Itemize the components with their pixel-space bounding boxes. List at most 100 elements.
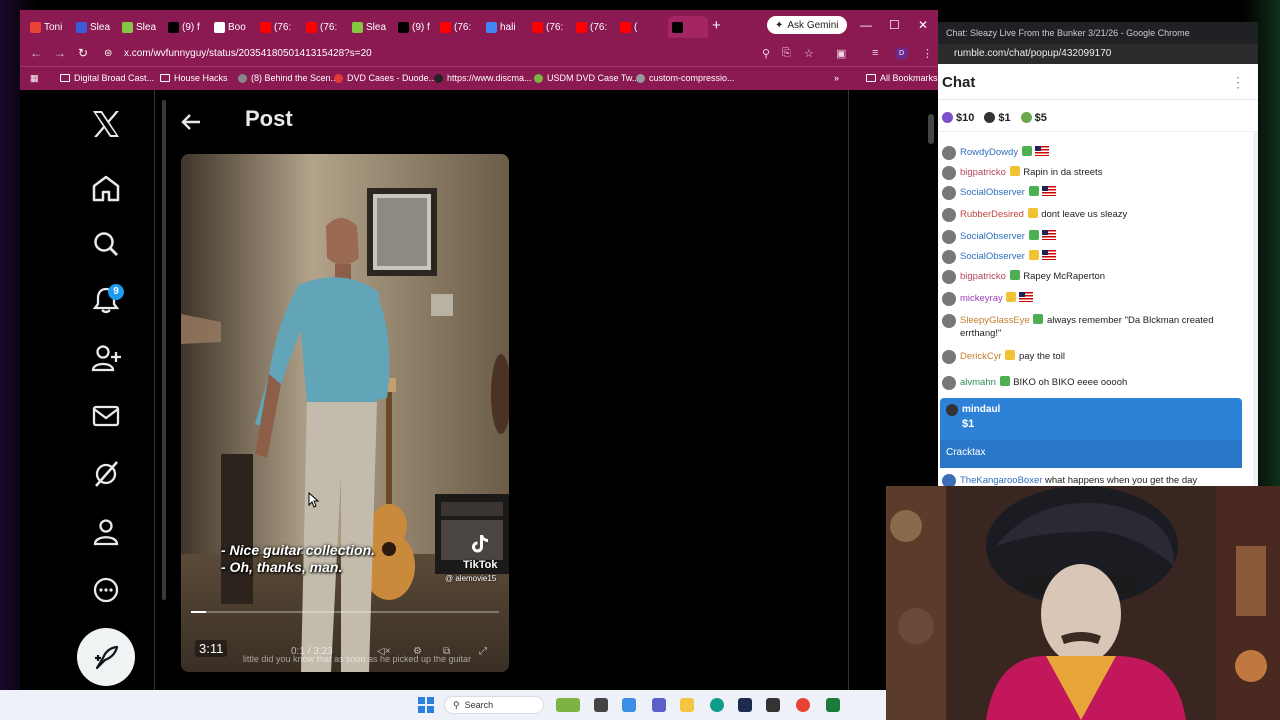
bookmark-item[interactable]: House Hacks [160,73,228,83]
edge-icon[interactable] [710,698,724,712]
new-tab-button[interactable]: + [712,17,721,34]
more-options-icon[interactable] [88,572,124,608]
browser-tab[interactable]: (9) f [168,16,208,38]
explore-search-icon[interactable] [88,226,124,262]
page-scrollbar[interactable] [928,114,934,144]
messages-envelope-icon[interactable] [88,398,124,434]
minimize-icon[interactable]: — [860,18,872,32]
x-sidebar: 9 [20,90,154,690]
browser-tab[interactable]: Slea [76,16,116,38]
bookmark-item[interactable]: Digital Broad Cast... [60,73,154,83]
apps-grid-icon[interactable]: ▦ [30,73,39,84]
home-icon[interactable] [88,170,124,206]
avatar [942,350,956,364]
bookmark-item[interactable]: USDM DVD Case Tw... [534,73,639,83]
video-player[interactable]: - Nice guitar collection. - Oh, thanks, … [181,154,509,672]
chat-username[interactable]: bigpatricko [960,271,1006,282]
x-logo-icon[interactable] [88,106,124,142]
user-badge-icon [1028,250,1039,260]
chat-username[interactable]: RowdyDowdy [960,147,1018,158]
grok-icon[interactable] [88,456,124,492]
browser-tab[interactable]: Boo [214,16,254,38]
bookmark-item[interactable]: (8) Behind the Scen... [238,73,338,83]
bookmark-item[interactable]: custom-compressio... [636,73,735,83]
chat-username[interactable]: alvmahn [960,377,996,388]
rumble-app-icon[interactable] [826,698,840,712]
avatar [942,230,956,244]
chat-username[interactable]: RubberDesired [960,209,1024,220]
rant-pill[interactable]: $1 [984,112,1011,124]
bookmark-item[interactable]: DVD Cases - Duode... [334,73,436,83]
browser-tab[interactable]: (76: [260,16,300,38]
chat-username[interactable]: DerickCyr [960,351,1002,362]
chat-username[interactable]: bigpatricko [960,167,1006,178]
faded-subtitle: little did you know that as soon as he p… [242,654,472,664]
tab-favicon-icon [122,21,133,33]
browser-tab[interactable]: (76: [306,16,346,38]
tab-favicon-icon [260,21,271,33]
browser-tab[interactable]: Toni [30,16,70,38]
teams-icon[interactable] [652,698,666,712]
user-badge-icon [1028,186,1039,196]
app-icon[interactable] [766,698,780,712]
browser-tab[interactable]: hali [486,16,526,38]
chat-username[interactable]: SocialObserver [960,251,1025,262]
url-field[interactable]: x.com/wvfunnyguy/status/2035418050141315… [124,48,372,59]
browser-tab[interactable]: Slea [122,16,162,38]
notification-count-badge: 9 [108,284,124,300]
all-bookmarks[interactable]: All Bookmarks [866,73,938,83]
browser-tab[interactable]: (76: [440,16,480,38]
browser-tab[interactable]: Slea [352,16,392,38]
browser-tab[interactable] [668,16,708,38]
windows-start-icon[interactable] [418,697,434,713]
back-icon[interactable]: ← [30,46,42,60]
maximize-icon[interactable]: ☐ [889,18,900,32]
chat-title: Chat [942,74,976,91]
back-arrow-icon[interactable] [180,112,204,132]
more-bookmarks-icon[interactable]: » [834,73,839,83]
chat-menu-icon[interactable]: ⋮ [1231,74,1245,91]
browser-tab[interactable]: (76: [576,16,616,38]
rant-pill[interactable]: $10 [942,112,974,124]
sidebar-scrollbar[interactable] [160,90,168,690]
chat-username[interactable]: mickeyray [960,293,1003,304]
rant-pill[interactable]: $5 [1020,112,1047,124]
widgets-icon[interactable] [556,698,580,712]
video-progress-bar[interactable] [191,611,499,613]
browser-tab[interactable]: (76: [532,16,572,38]
browser-tab[interactable]: ( [620,16,660,38]
profile-person-icon[interactable] [88,514,124,550]
tab-search-icon[interactable]: ≡ [872,47,878,59]
taskbar-search-box[interactable]: ⚲ Search [444,696,544,714]
chat-username[interactable]: TheKangarooBoxer [960,475,1042,486]
site-info-icon[interactable]: ⊜ [104,48,112,59]
profile-avatar[interactable]: D [895,47,908,60]
chrome-icon[interactable] [796,698,810,712]
tab-label: (76: [590,21,608,33]
reload-icon[interactable]: ↻ [78,46,88,60]
close-window-icon[interactable]: ✕ [918,18,928,32]
chat-username[interactable]: SocialObserver [960,231,1025,242]
browser-tab[interactable]: (9) f [398,16,438,38]
bookmark-star-icon[interactable]: ☆ [804,47,814,60]
install-icon[interactable]: ⎘ [782,47,791,60]
search-icon: ⚲ [453,699,460,710]
file-explorer-icon[interactable] [680,698,694,712]
reading-icon[interactable]: ▣ [836,47,846,60]
store-icon[interactable] [738,698,752,712]
chat-text: BIKO oh BIKO eeee ooooh [1013,377,1128,388]
task-view-icon[interactable] [594,698,608,712]
compose-post-button[interactable] [77,628,135,686]
chat-username[interactable]: SleepyGlassEye [960,315,1030,326]
copilot-icon[interactable] [622,698,636,712]
fullscreen-icon[interactable]: ⤢ [479,646,487,657]
ask-gemini-button[interactable]: ✦ Ask Gemini [767,16,847,34]
zoom-icon[interactable]: ⚲ [762,47,770,60]
bookmark-item[interactable]: https://www.discma... [434,73,532,83]
chrome-menu-icon[interactable]: ⋮ [922,47,933,60]
chat-scrollbar[interactable] [1253,132,1258,486]
follow-person-icon[interactable] [88,340,124,376]
chat-username[interactable]: SocialObserver [960,187,1025,198]
tab-strip: + ✦ Ask Gemini — ☐ ✕ Toni Slea Slea (9) f Bo… [20,10,938,42]
forward-icon[interactable]: → [54,46,66,60]
